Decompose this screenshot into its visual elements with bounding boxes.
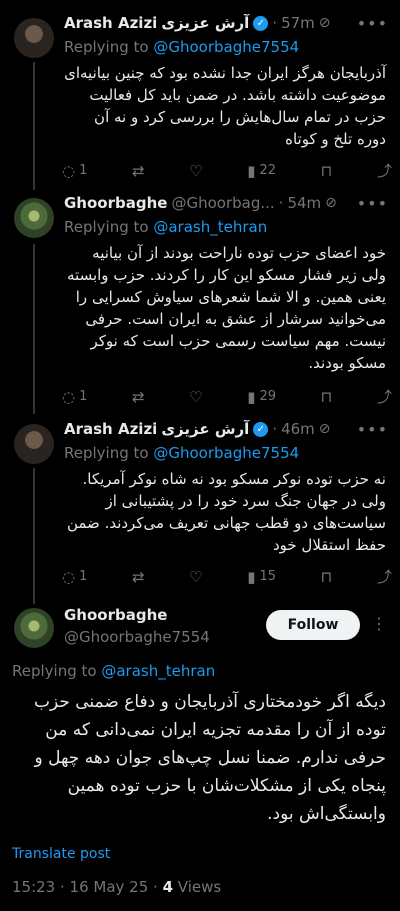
mention-link[interactable]: @Ghoorbaghe7554 [153, 38, 299, 56]
like-button[interactable]: ♡ [189, 162, 202, 180]
speech-bubble-icon: ◌ [62, 161, 76, 180]
repost-arrows-icon: ⇄ [131, 161, 145, 180]
more-dots-icon[interactable]: ••• [357, 14, 388, 33]
tweet-meta: 15:23 · 16 May 25 · 4 Views [12, 878, 221, 896]
thread-line [33, 244, 35, 414]
share-button[interactable]: ⤴ [377, 566, 392, 587]
bookmark-icon: ⊓ [320, 161, 333, 180]
action-bar: ◌ 1 ⇄ ♡ ▮ 22 ⊓ ⤴ [62, 160, 392, 181]
repost-button[interactable]: ⇄ [132, 568, 145, 586]
action-bar: ◌ 1 ⇄ ♡ ▮ 29 ⊓ ⤴ [62, 386, 392, 407]
bar-chart-icon: ▮ [247, 567, 256, 586]
repost-button[interactable]: ⇄ [132, 388, 145, 406]
mention-link[interactable]: @arash_tehran [153, 218, 267, 236]
translate-link[interactable]: Translate post [12, 846, 110, 862]
tweet-header: Ghoorbaghe @Ghoorbag... · 54m ⊘ [64, 194, 364, 212]
author-handle[interactable]: @Ghoorbaghe7554 [64, 628, 210, 646]
reply-button[interactable]: ◌ 1 [62, 162, 87, 180]
bookmark-icon: ⊓ [320, 567, 333, 586]
reply-button[interactable]: ◌ 1 [62, 568, 87, 586]
share-arrow-icon: ⤴ [376, 568, 392, 586]
tweet-header: Arash Azizi آرش عزیزی ✓ · 57m ⊘ [64, 14, 364, 32]
tweet-time[interactable]: 57m [281, 14, 315, 32]
tweet-header: Arash Azizi آرش عزیزی ✓ · 46m ⊘ [64, 420, 364, 438]
author-name[interactable]: Arash Azizi [64, 14, 157, 32]
reply-button[interactable]: ◌ 1 [62, 388, 87, 406]
tweet-header: Ghoorbaghe [64, 606, 167, 624]
like-button[interactable]: ♡ [189, 388, 202, 406]
author-name-fa[interactable]: آرش عزیزی [161, 14, 249, 32]
tweet-text: نه حزب توده نوکر مسکو بود نه شاه نوکر آم… [66, 470, 386, 554]
grok-icon[interactable]: ⊘ [319, 15, 331, 31]
author-name[interactable]: Arash Azizi [64, 420, 157, 438]
tweet-time[interactable]: 46m [281, 420, 315, 438]
replying-to: Replying to @arash_tehran [12, 662, 216, 680]
more-dots-icon[interactable]: ••• [357, 420, 388, 439]
repost-button[interactable]: ⇄ [132, 162, 145, 180]
separator: · [272, 14, 278, 32]
like-button[interactable]: ♡ [189, 568, 202, 586]
bar-chart-icon: ▮ [247, 161, 256, 180]
avatar[interactable] [14, 608, 54, 648]
views-count: 4 [162, 878, 173, 896]
author-handle-row: @Ghoorbaghe7554 [64, 628, 210, 646]
views-button[interactable]: ▮ 22 [247, 162, 276, 180]
share-arrow-icon: ⤴ [376, 162, 392, 180]
separator: · [278, 194, 284, 212]
bookmark-icon: ⊓ [320, 387, 333, 406]
bar-chart-icon: ▮ [247, 387, 256, 406]
speech-bubble-icon: ◌ [62, 567, 76, 586]
bookmark-button[interactable]: ⊓ [321, 568, 333, 586]
repost-arrows-icon: ⇄ [131, 387, 145, 406]
more-dots-icon[interactable]: ⋮ [371, 614, 388, 633]
share-button[interactable]: ⤴ [377, 386, 392, 407]
avatar[interactable] [14, 198, 54, 238]
follow-button[interactable]: Follow [266, 610, 360, 640]
views-button[interactable]: ▮ 29 [247, 388, 276, 406]
separator: · [272, 420, 278, 438]
heart-icon: ♡ [189, 387, 203, 406]
action-bar: ◌ 1 ⇄ ♡ ▮ 15 ⊓ ⤴ [62, 566, 392, 587]
tweet-text: آذربایجان هرگز ایران جدا نشده بود که چنی… [64, 64, 386, 148]
repost-arrows-icon: ⇄ [131, 567, 145, 586]
share-arrow-icon: ⤴ [376, 388, 392, 406]
verified-badge-icon: ✓ [253, 15, 269, 31]
share-button[interactable]: ⤴ [377, 160, 392, 181]
grok-icon[interactable]: ⊘ [325, 195, 337, 211]
views-label: Views [173, 878, 222, 896]
timestamp[interactable]: 15:23 · 16 May 25 · [12, 878, 163, 896]
bookmark-button[interactable]: ⊓ [321, 162, 333, 180]
mention-link[interactable]: @arash_tehran [101, 662, 215, 680]
avatar[interactable] [14, 424, 54, 464]
tweet-text: خود اعضای حزب توده ناراحت بودند از آن بی… [67, 244, 386, 372]
thread-line [33, 62, 35, 190]
heart-icon: ♡ [189, 567, 203, 586]
tweet-time[interactable]: 54m [287, 194, 321, 212]
heart-icon: ♡ [189, 161, 203, 180]
replying-to: Replying to @Ghoorbaghe7554 [64, 38, 300, 56]
mention-link[interactable]: @Ghoorbaghe7554 [153, 444, 299, 462]
tweet-text: دیگه اگر خودمختاری آذربایجان و دفاع ضمنی… [33, 692, 386, 824]
bookmark-button[interactable]: ⊓ [321, 388, 333, 406]
author-handle[interactable]: @Ghoorbag... [171, 194, 274, 212]
replying-to: Replying to @arash_tehran [64, 218, 268, 236]
speech-bubble-icon: ◌ [62, 387, 76, 406]
replying-to: Replying to @Ghoorbaghe7554 [64, 444, 300, 462]
views-button[interactable]: ▮ 15 [247, 568, 276, 586]
author-name[interactable]: Ghoorbaghe [64, 194, 167, 212]
more-dots-icon[interactable]: ••• [357, 194, 388, 213]
avatar[interactable] [14, 18, 54, 58]
grok-icon[interactable]: ⊘ [319, 421, 331, 437]
author-name-fa[interactable]: آرش عزیزی [161, 420, 249, 438]
verified-badge-icon: ✓ [253, 421, 269, 437]
thread-line [33, 468, 35, 604]
author-name[interactable]: Ghoorbaghe [64, 606, 167, 624]
